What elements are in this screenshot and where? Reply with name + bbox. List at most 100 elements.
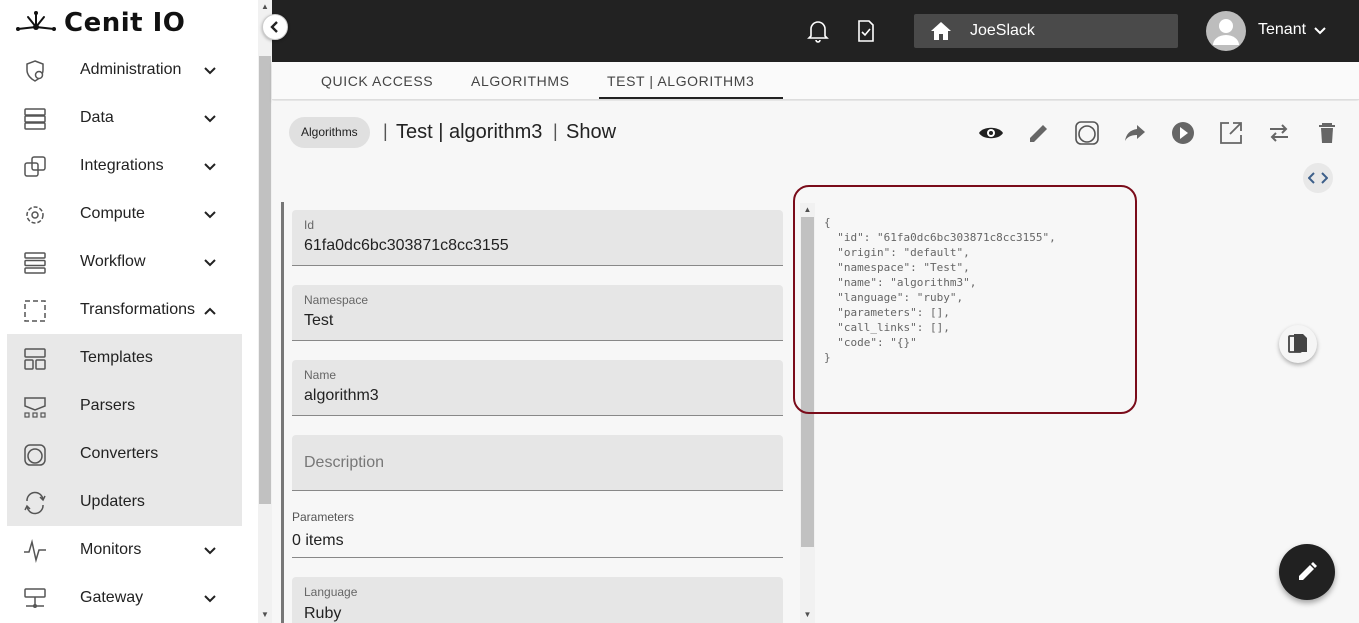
open-external-icon[interactable] (1218, 120, 1244, 146)
chevron-down-icon (204, 259, 216, 267)
scroll-up-arrow[interactable]: ▲ (800, 203, 815, 217)
sidebar-item-label: Data (80, 109, 114, 126)
admin-icon (26, 60, 44, 82)
collapse-sidebar-button[interactable] (262, 14, 288, 40)
scrollbar-thumb[interactable] (259, 56, 271, 504)
json-preview: { "id": "61fa0dc6bc303871c8cc3155", "ori… (824, 216, 1056, 364)
top-bar: JoeSlack Tenant (272, 0, 1359, 62)
sidebar-item-parsers[interactable]: Parsers (7, 382, 242, 430)
eye-icon[interactable] (978, 120, 1004, 146)
description-field[interactable]: Description (292, 435, 783, 491)
field-value: 61fa0dc6bc303871c8cc3155 (304, 237, 509, 254)
tenant-name: JoeSlack (970, 22, 1035, 39)
chevron-down-icon (204, 67, 216, 75)
chevron-down-icon (204, 595, 216, 603)
sidebar-item-label: Templates (80, 349, 153, 366)
id-field[interactable]: Id 61fa0dc6bc303871c8cc3155 (292, 210, 783, 266)
sidebar-item-label: Compute (80, 205, 145, 222)
sidebar-item-monitors[interactable]: Monitors (0, 526, 242, 574)
converters-icon (24, 444, 46, 466)
sidebar-item-compute[interactable]: Compute (0, 190, 242, 238)
logo[interactable]: Cenit IO (14, 6, 185, 40)
sidebar: Cenit IO Administration Data Integration… (0, 0, 258, 623)
pencil-icon (1299, 562, 1317, 580)
code-icon (1308, 172, 1328, 184)
bell-icon[interactable] (805, 18, 831, 44)
sidebar-item-transformations[interactable]: Transformations (0, 286, 242, 334)
field-value: 0 items (292, 532, 344, 549)
field-label: Language (304, 585, 358, 599)
sidebar-item-updaters[interactable]: Updaters (7, 478, 242, 526)
active-tab-indicator (599, 97, 783, 99)
sidebar-item-gateway[interactable]: Gateway (0, 574, 242, 622)
run-icon[interactable] (1170, 120, 1196, 146)
sidebar-item-label: Transformations (80, 301, 195, 318)
field-value: Ruby (304, 605, 342, 622)
form-scrollbar[interactable]: ▲ ▼ (800, 203, 815, 623)
sidebar-item-templates[interactable]: Templates (7, 334, 242, 382)
sidebar-item-label: Administration (80, 61, 182, 78)
tenant-menu-label[interactable]: Tenant (1258, 21, 1306, 39)
sidebar-item-converters[interactable]: Converters (7, 430, 242, 478)
chevron-up-icon (204, 307, 216, 315)
code-view-toggle-button[interactable] (1303, 163, 1333, 193)
swap-icon[interactable] (1266, 120, 1292, 146)
tab-test-algorithm3[interactable]: TEST | ALGORITHM3 (607, 73, 754, 89)
breadcrumb-separator: | (553, 121, 558, 141)
field-label: Id (304, 218, 315, 232)
compute-icon (26, 206, 44, 224)
edit-icon[interactable] (1026, 120, 1052, 146)
share-icon[interactable] (1122, 120, 1148, 146)
sidebar-item-data[interactable]: Data (0, 94, 242, 142)
integrations-icon (24, 156, 46, 177)
page-action-label: Show (566, 121, 617, 143)
scroll-up-arrow[interactable]: ▲ (258, 0, 272, 14)
updaters-icon (24, 491, 46, 515)
main-content: Algorithms | Test | algorithm3 | Show Id… (272, 101, 1359, 623)
field-value: algorithm3 (304, 387, 379, 404)
sidebar-item-label: Integrations (80, 157, 164, 174)
user-icon (1213, 19, 1239, 45)
tenant-selector[interactable]: JoeSlack (914, 14, 1178, 48)
tab-algorithms[interactable]: ALGORITHMS (471, 73, 570, 89)
gateway-icon (24, 588, 46, 608)
parameters-field[interactable]: Parameters 0 items (292, 510, 783, 558)
page-title: Test | algorithm3 (396, 121, 543, 143)
scroll-down-arrow[interactable]: ▼ (800, 608, 815, 622)
namespace-field[interactable]: Namespace Test (292, 285, 783, 341)
copy-json-button[interactable] (1279, 325, 1317, 363)
field-placeholder: Description (304, 454, 385, 471)
sidebar-nav: Administration Data Integrations Compute (0, 46, 242, 622)
breadcrumb-separator: | (383, 121, 388, 141)
sidebar-item-integrations[interactable]: Integrations (0, 142, 242, 190)
tab-quick-access[interactable]: QUICK ACCESS (321, 73, 433, 89)
scrollbar-thumb[interactable] (801, 217, 814, 547)
app-root: Cenit IO Administration Data Integration… (0, 0, 1359, 623)
chevron-down-icon (204, 211, 216, 219)
scroll-down-arrow[interactable]: ▼ (258, 608, 272, 622)
cenit-logo-icon (16, 11, 56, 31)
field-label: Name (304, 368, 337, 382)
task-icon[interactable] (853, 18, 879, 44)
converter-icon[interactable] (1074, 120, 1100, 146)
sidebar-item-label: Parsers (80, 397, 136, 414)
avatar[interactable] (1206, 11, 1246, 51)
chevron-down-icon (204, 547, 216, 555)
sidebar-submenu-transformations: Templates Parsers Converters Updaters (7, 334, 242, 526)
language-field[interactable]: Language Ruby (292, 577, 783, 623)
sidebar-item-workflow[interactable]: Workflow (0, 238, 242, 286)
chevron-down-icon[interactable] (1312, 23, 1328, 39)
data-icon (24, 108, 46, 130)
sidebar-item-label: Workflow (80, 253, 146, 270)
sidebar-scrollbar[interactable]: ▲ ▼ (258, 0, 272, 623)
name-field[interactable]: Name algorithm3 (292, 360, 783, 416)
delete-icon[interactable] (1314, 120, 1340, 146)
sidebar-item-administration[interactable]: Administration (0, 46, 242, 94)
field-value: Test (304, 312, 334, 329)
breadcrumb-algorithms-chip[interactable]: Algorithms (289, 117, 370, 148)
copy-icon (1288, 334, 1307, 353)
edit-fab-button[interactable] (1279, 544, 1335, 600)
home-icon (931, 22, 951, 40)
transformations-icon (24, 300, 46, 322)
parsers-icon (24, 397, 46, 418)
